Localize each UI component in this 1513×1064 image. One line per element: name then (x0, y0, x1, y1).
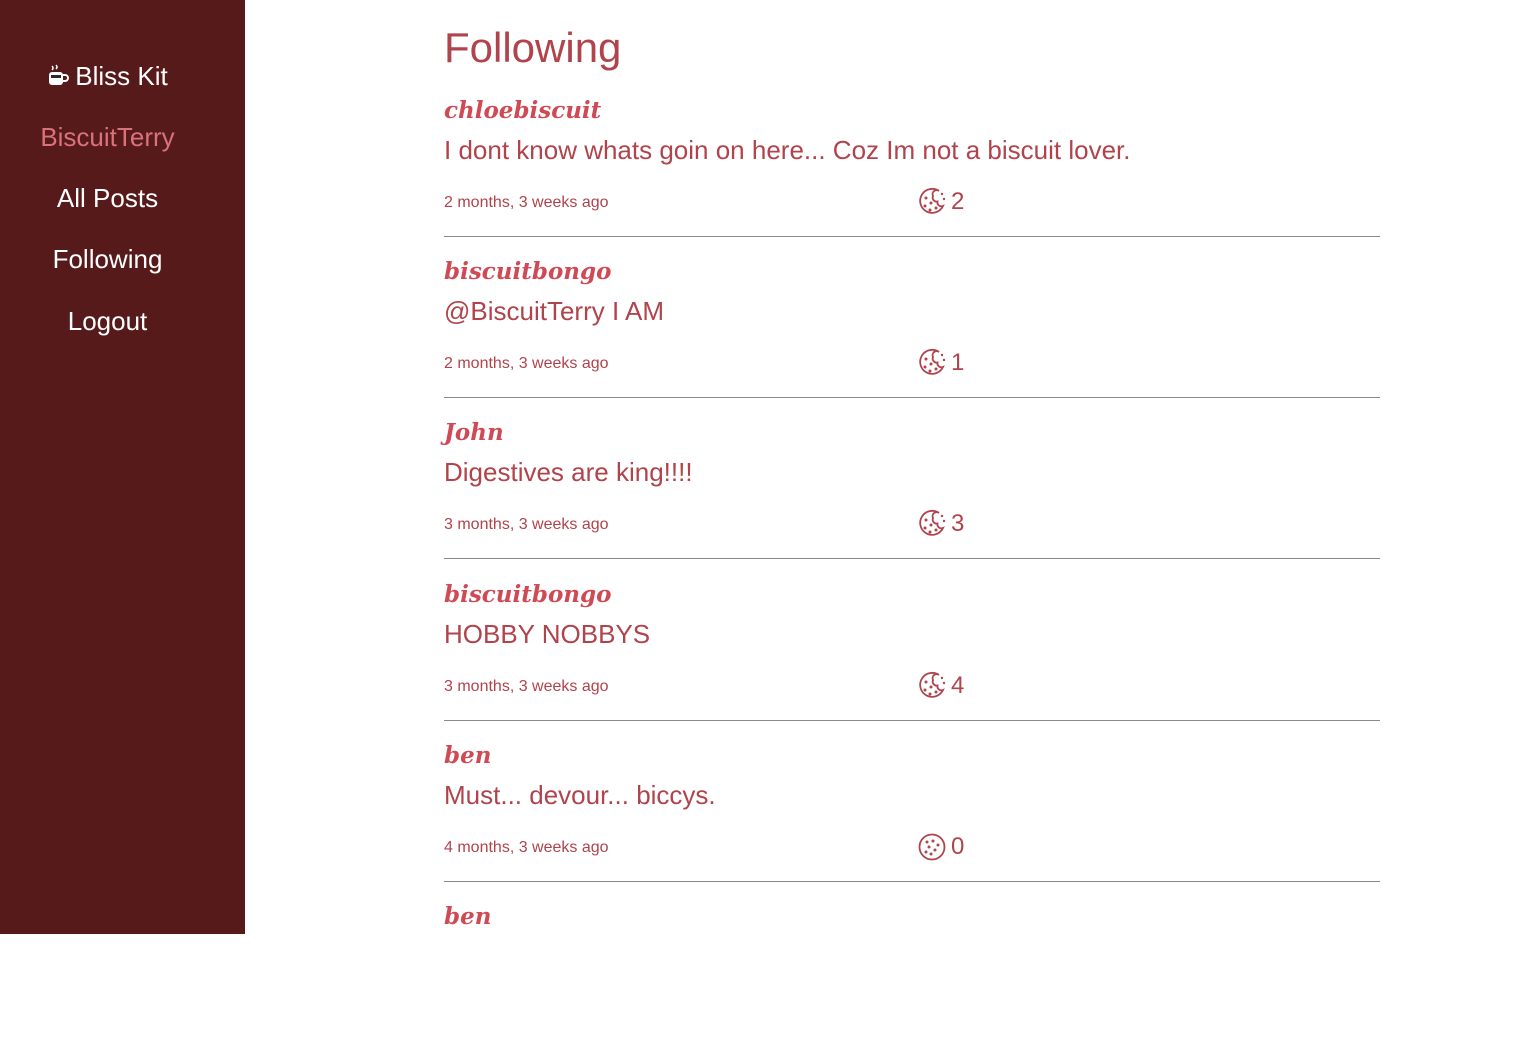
post-content: HOBBY NOBBYS (444, 619, 651, 649)
post-author[interactable]: biscuitbongo (444, 581, 611, 609)
post-content: Digestives are king!!!! (444, 457, 693, 487)
bitten-cookie-icon (917, 671, 947, 701)
post-author[interactable]: John (444, 419, 504, 447)
brand[interactable]: Bliss Kit (0, 58, 215, 97)
post-item: chloebiscuit I dont know whats goin on he… (444, 97, 1380, 258)
like-button[interactable]: 1 (917, 348, 964, 378)
like-count: 4 (951, 672, 965, 699)
sidebar-item-following[interactable]: Following (0, 241, 215, 277)
post-item: biscuitbongo @BiscuitTerry I AM 2 months, … (444, 258, 1380, 419)
like-count: 2 (951, 188, 965, 215)
sidebar-item-logout[interactable]: Logout (0, 303, 215, 339)
like-button[interactable]: 4 (917, 671, 964, 701)
post-timestamp: 2 months, 3 weeks ago (444, 355, 609, 372)
post-item: ben (444, 903, 1380, 1064)
like-count: 0 (951, 833, 965, 860)
sidebar-item-all-posts[interactable]: All Posts (0, 180, 215, 216)
post-author[interactable]: biscuitbongo (444, 258, 611, 286)
post-content: Must... devour... biccys. (444, 780, 716, 810)
post-timestamp: 2 months, 3 weeks ago (444, 194, 609, 211)
bitten-cookie-icon (917, 509, 947, 539)
like-count: 1 (951, 349, 965, 376)
like-button[interactable]: 0 (917, 832, 964, 862)
post-timestamp: 3 months, 3 weeks ago (444, 678, 609, 695)
sidebar-username[interactable]: BiscuitTerry (0, 119, 215, 155)
post-item: ben Must... devour... biccys. 4 months, 3 … (444, 742, 1380, 903)
like-button[interactable]: 2 (917, 187, 964, 217)
post-timestamp: 3 months, 3 weeks ago (444, 516, 609, 533)
post-author[interactable]: chloebiscuit (444, 97, 601, 125)
bitten-cookie-icon (917, 187, 947, 217)
post-author[interactable]: ben (444, 742, 491, 770)
post-divider (444, 558, 1380, 559)
sidebar: Bliss Kit BiscuitTerry All Posts Followi… (0, 0, 245, 934)
post-author[interactable]: ben (444, 903, 491, 931)
page-title: Following (444, 24, 622, 71)
post-content: I dont know whats goin on here... Coz Im… (444, 135, 1131, 165)
like-count: 3 (951, 510, 965, 537)
post-divider (444, 236, 1380, 237)
coffee-cup-icon (47, 61, 70, 97)
like-button[interactable]: 3 (917, 509, 964, 539)
cookie-icon (917, 832, 947, 862)
brand-label: Bliss Kit (75, 61, 168, 91)
post-item: John Digestives are king!!!! 3 months, 3 w… (444, 419, 1380, 580)
post-content: @BiscuitTerry I AM (444, 296, 664, 326)
post-divider (444, 881, 1380, 882)
post-divider (444, 397, 1380, 398)
post-divider (444, 720, 1380, 721)
post-timestamp: 4 months, 3 weeks ago (444, 839, 609, 856)
post-item: biscuitbongo HOBBY NOBBYS 3 months, 3 week… (444, 581, 1380, 742)
bitten-cookie-icon (917, 348, 947, 378)
